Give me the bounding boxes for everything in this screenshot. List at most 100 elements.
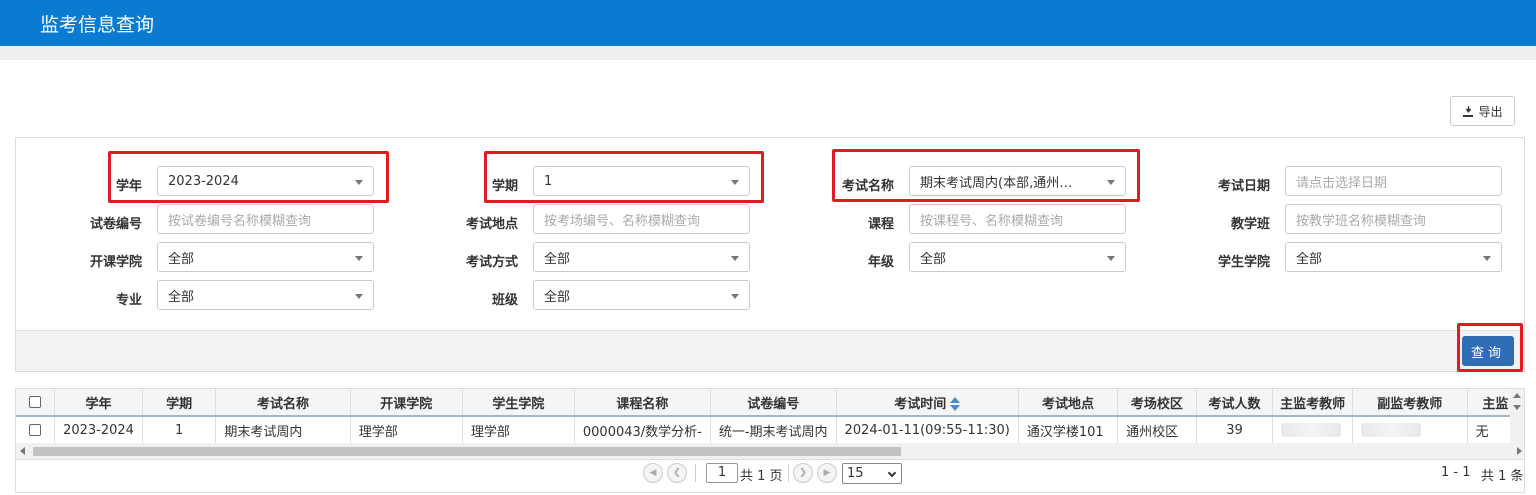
redacted-name bbox=[1281, 423, 1342, 437]
cell-term: 1 bbox=[142, 416, 217, 443]
teaching-class-label: 教学班 bbox=[1230, 217, 1270, 232]
col-time[interactable]: 考试时间 bbox=[836, 389, 1019, 417]
chevron-down-icon bbox=[887, 468, 897, 478]
sort-icon bbox=[950, 397, 961, 411]
teaching-class-input[interactable]: 按教学班名称模糊查询 bbox=[1285, 204, 1502, 234]
student-college-select[interactable]: 全部 bbox=[1285, 242, 1502, 272]
chevron-down-icon bbox=[731, 294, 739, 299]
row-checkbox[interactable] bbox=[29, 424, 42, 436]
col-year[interactable]: 学年 bbox=[54, 389, 143, 417]
cell-count: 39 bbox=[1196, 416, 1274, 443]
cell-exam-name: 期末考试周内 bbox=[215, 416, 351, 443]
cell-offering-college: 理学部 bbox=[350, 416, 463, 443]
export-icon bbox=[1462, 105, 1474, 117]
pager-divider bbox=[788, 464, 789, 482]
paper-no-label: 试卷编号 bbox=[89, 217, 142, 232]
chevron-down-icon bbox=[1107, 256, 1115, 261]
row-select-cell bbox=[16, 416, 56, 443]
highlight-query-button bbox=[1457, 323, 1523, 372]
results-table: 学年 学期 考试名称 开课学院 学生学院 课程名称 试卷编号 考试时间 考试地点… bbox=[16, 389, 1524, 443]
exam-method-select[interactable]: 全部 bbox=[533, 242, 750, 272]
prev-page-icon: ❮ bbox=[673, 467, 681, 478]
scroll-right-icon[interactable] bbox=[1517, 447, 1522, 455]
paper-no-input[interactable]: 按试卷编号名称模糊查询 bbox=[157, 204, 374, 234]
total-pages-text: 共 1 页 bbox=[740, 469, 783, 484]
export-label: 导出 bbox=[1478, 104, 1503, 119]
chevron-down-icon bbox=[731, 256, 739, 261]
scroll-left-icon[interactable] bbox=[20, 447, 25, 455]
scroll-up-icon[interactable] bbox=[1513, 393, 1521, 398]
header-bar: 监考信息查询 bbox=[0, 0, 1536, 46]
cell-year: 2023-2024 bbox=[54, 416, 143, 443]
exam-date-label: 考试日期 bbox=[1217, 179, 1270, 194]
col-exam-name[interactable]: 考试名称 bbox=[215, 389, 351, 417]
exam-location-input[interactable]: 按考场编号、名称模糊查询 bbox=[533, 204, 750, 234]
cell-location: 通汉学楼101 bbox=[1018, 416, 1119, 443]
col-offering-college[interactable]: 开课学院 bbox=[350, 389, 463, 417]
offering-college-select[interactable]: 全部 bbox=[157, 242, 374, 272]
cell-deputy-invigilator bbox=[1352, 416, 1468, 443]
next-page-button[interactable]: ❯ bbox=[793, 463, 813, 483]
vertical-scrollbar[interactable] bbox=[1510, 389, 1524, 443]
cell-chief-invigilator bbox=[1272, 416, 1353, 443]
col-deputy-invigilator[interactable]: 副监考教师 bbox=[1352, 389, 1468, 417]
highlight-exam-name bbox=[832, 149, 1140, 202]
chevron-down-icon bbox=[355, 294, 363, 299]
last-page-icon: ▶ bbox=[823, 467, 831, 478]
exam-location-label: 考试地点 bbox=[465, 217, 518, 232]
highlight-academic-year bbox=[108, 151, 389, 203]
offering-college-label: 开课学院 bbox=[89, 255, 142, 270]
col-location[interactable]: 考试地点 bbox=[1018, 389, 1119, 417]
table-header-row: 学年 学期 考试名称 开课学院 学生学院 课程名称 试卷编号 考试时间 考试地点… bbox=[16, 389, 1524, 417]
select-all-cell bbox=[16, 389, 56, 417]
highlight-term bbox=[484, 151, 764, 203]
col-term[interactable]: 学期 bbox=[142, 389, 217, 417]
first-page-button[interactable]: ◀ bbox=[643, 463, 663, 483]
page-title: 监考信息查询 bbox=[40, 14, 155, 36]
class-label: 班级 bbox=[491, 293, 518, 308]
scroll-down-icon[interactable] bbox=[1513, 405, 1521, 410]
course-label: 课程 bbox=[867, 217, 894, 232]
page-size-select[interactable]: 15 bbox=[842, 463, 902, 484]
pager-divider bbox=[695, 464, 696, 482]
results-grid: 学年 学期 考试名称 开课学院 学生学院 课程名称 试卷编号 考试时间 考试地点… bbox=[15, 388, 1525, 460]
range-text: 1 - 1 bbox=[1441, 465, 1471, 480]
major-select[interactable]: 全部 bbox=[157, 280, 374, 310]
major-label: 专业 bbox=[115, 293, 142, 308]
student-college-label: 学生学院 bbox=[1217, 255, 1270, 270]
col-campus[interactable]: 考场校区 bbox=[1117, 389, 1197, 417]
cell-campus: 通州校区 bbox=[1117, 416, 1197, 443]
select-all-checkbox[interactable] bbox=[29, 396, 42, 408]
cell-course: 0000043/数学分析- bbox=[574, 416, 711, 443]
total-records-text: 共 1 条 bbox=[1481, 469, 1524, 484]
exam-date-input[interactable]: 请点击选择日期 bbox=[1285, 166, 1502, 196]
page-number-input[interactable]: 1 bbox=[706, 463, 738, 483]
col-course[interactable]: 课程名称 bbox=[574, 389, 711, 417]
col-chief-invigilator[interactable]: 主监考教师 bbox=[1272, 389, 1353, 417]
chevron-down-icon bbox=[1483, 256, 1491, 261]
next-page-icon: ❯ bbox=[799, 467, 807, 478]
prev-page-button[interactable]: ❮ bbox=[667, 463, 687, 483]
cell-time: 2024-01-11(09:55-11:30) bbox=[836, 416, 1019, 443]
cell-student-college: 理学部 bbox=[462, 416, 575, 443]
first-page-icon: ◀ bbox=[649, 467, 657, 478]
cell-paper: 统一-期末考试周内 bbox=[710, 416, 837, 443]
action-bar bbox=[15, 330, 1525, 372]
grade-label: 年级 bbox=[867, 255, 894, 270]
redacted-name bbox=[1360, 423, 1421, 437]
class-select[interactable]: 全部 bbox=[533, 280, 750, 310]
col-count[interactable]: 考试人数 bbox=[1196, 389, 1274, 417]
col-paper[interactable]: 试卷编号 bbox=[710, 389, 837, 417]
export-button[interactable]: 导出 bbox=[1450, 96, 1515, 126]
table-row[interactable]: 2023-2024 1 期末考试周内 理学部 理学部 0000043/数学分析-… bbox=[16, 416, 1524, 443]
scrollbar-thumb[interactable] bbox=[33, 447, 901, 456]
col-student-college[interactable]: 学生学院 bbox=[462, 389, 575, 417]
grade-select[interactable]: 全部 bbox=[909, 242, 1126, 272]
header-divider bbox=[0, 46, 1536, 60]
horizontal-scrollbar[interactable] bbox=[16, 443, 1524, 459]
course-input[interactable]: 按课程号、名称模糊查询 bbox=[909, 204, 1126, 234]
chevron-down-icon bbox=[355, 256, 363, 261]
pager: ◀ ❮ 1 共 1 页 ❯ ▶ 15 1 - 1 共 1 条 bbox=[15, 460, 1525, 493]
exam-method-label: 考试方式 bbox=[465, 255, 518, 270]
last-page-button[interactable]: ▶ bbox=[817, 463, 837, 483]
